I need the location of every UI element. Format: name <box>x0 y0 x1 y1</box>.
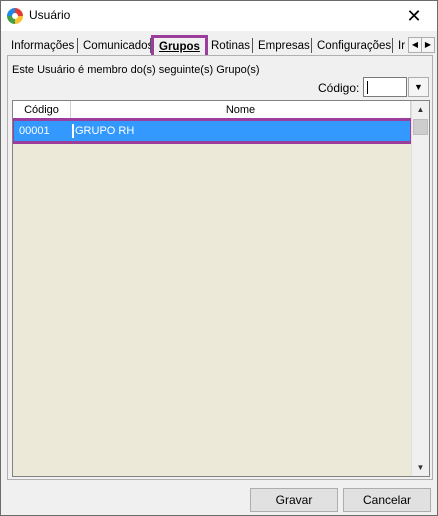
tab-rotinas[interactable]: Rotinas <box>211 37 250 55</box>
scrollbar-thumb[interactable] <box>413 119 428 135</box>
tab-configuracoes[interactable]: Configurações <box>317 37 391 55</box>
row-code-cell: 00001 <box>19 125 50 137</box>
chevron-down-icon: ▼ <box>414 82 423 92</box>
save-button-label: Gravar <box>275 493 313 507</box>
code-label: Código: <box>318 81 360 95</box>
tab-separator <box>77 38 78 53</box>
cancel-button-label: Cancelar <box>362 493 412 507</box>
tab-grupos[interactable]: Grupos <box>151 35 208 55</box>
save-button[interactable]: Gravar <box>250 488 338 512</box>
user-dialog-window: Usuário ✕ Informações Comunicados Grupos… <box>0 0 438 516</box>
title-bar: Usuário ✕ <box>1 1 437 31</box>
tab-separator <box>252 38 253 53</box>
column-header-codigo[interactable]: Código <box>13 101 71 120</box>
grid-header: Código Nome <box>13 101 411 120</box>
tab-scroll-left-icon[interactable]: ◀ <box>408 37 422 53</box>
tab-informacoes[interactable]: Informações <box>11 37 74 55</box>
window-title: Usuário <box>29 8 71 22</box>
tab-separator <box>311 38 312 53</box>
cancel-button[interactable]: Cancelar <box>343 488 431 512</box>
close-button[interactable]: ✕ <box>391 1 437 31</box>
code-input[interactable] <box>363 77 407 97</box>
table-row[interactable]: 00001 GRUPO RH <box>13 118 413 144</box>
cell-edit-caret <box>72 124 74 138</box>
scroll-up-icon[interactable]: ▲ <box>412 101 429 118</box>
text-caret <box>367 81 368 94</box>
groups-grid[interactable]: Código Nome 00001 GRUPO RH ▲ ▼ <box>12 100 430 477</box>
app-logo-icon <box>7 8 23 24</box>
tab-separator <box>392 38 393 53</box>
row-name-cell: GRUPO RH <box>75 125 135 137</box>
tab-overflow[interactable]: Ir <box>398 37 405 55</box>
membership-info-text: Este Usuário é membro do(s) seguinte(s) … <box>12 64 260 76</box>
column-header-nome[interactable]: Nome <box>71 101 411 120</box>
groups-panel: Este Usuário é membro do(s) seguinte(s) … <box>7 55 433 480</box>
scroll-down-icon[interactable]: ▼ <box>412 459 429 476</box>
tab-comunicados[interactable]: Comunicados <box>83 37 153 55</box>
code-dropdown-button[interactable]: ▼ <box>408 77 429 97</box>
tab-scroll-right-icon[interactable]: ▶ <box>421 37 435 53</box>
tab-empresas[interactable]: Empresas <box>258 37 310 55</box>
tab-strip: Informações Comunicados Grupos Rotinas E… <box>7 35 435 55</box>
grid-vertical-scrollbar[interactable]: ▲ ▼ <box>411 101 429 476</box>
